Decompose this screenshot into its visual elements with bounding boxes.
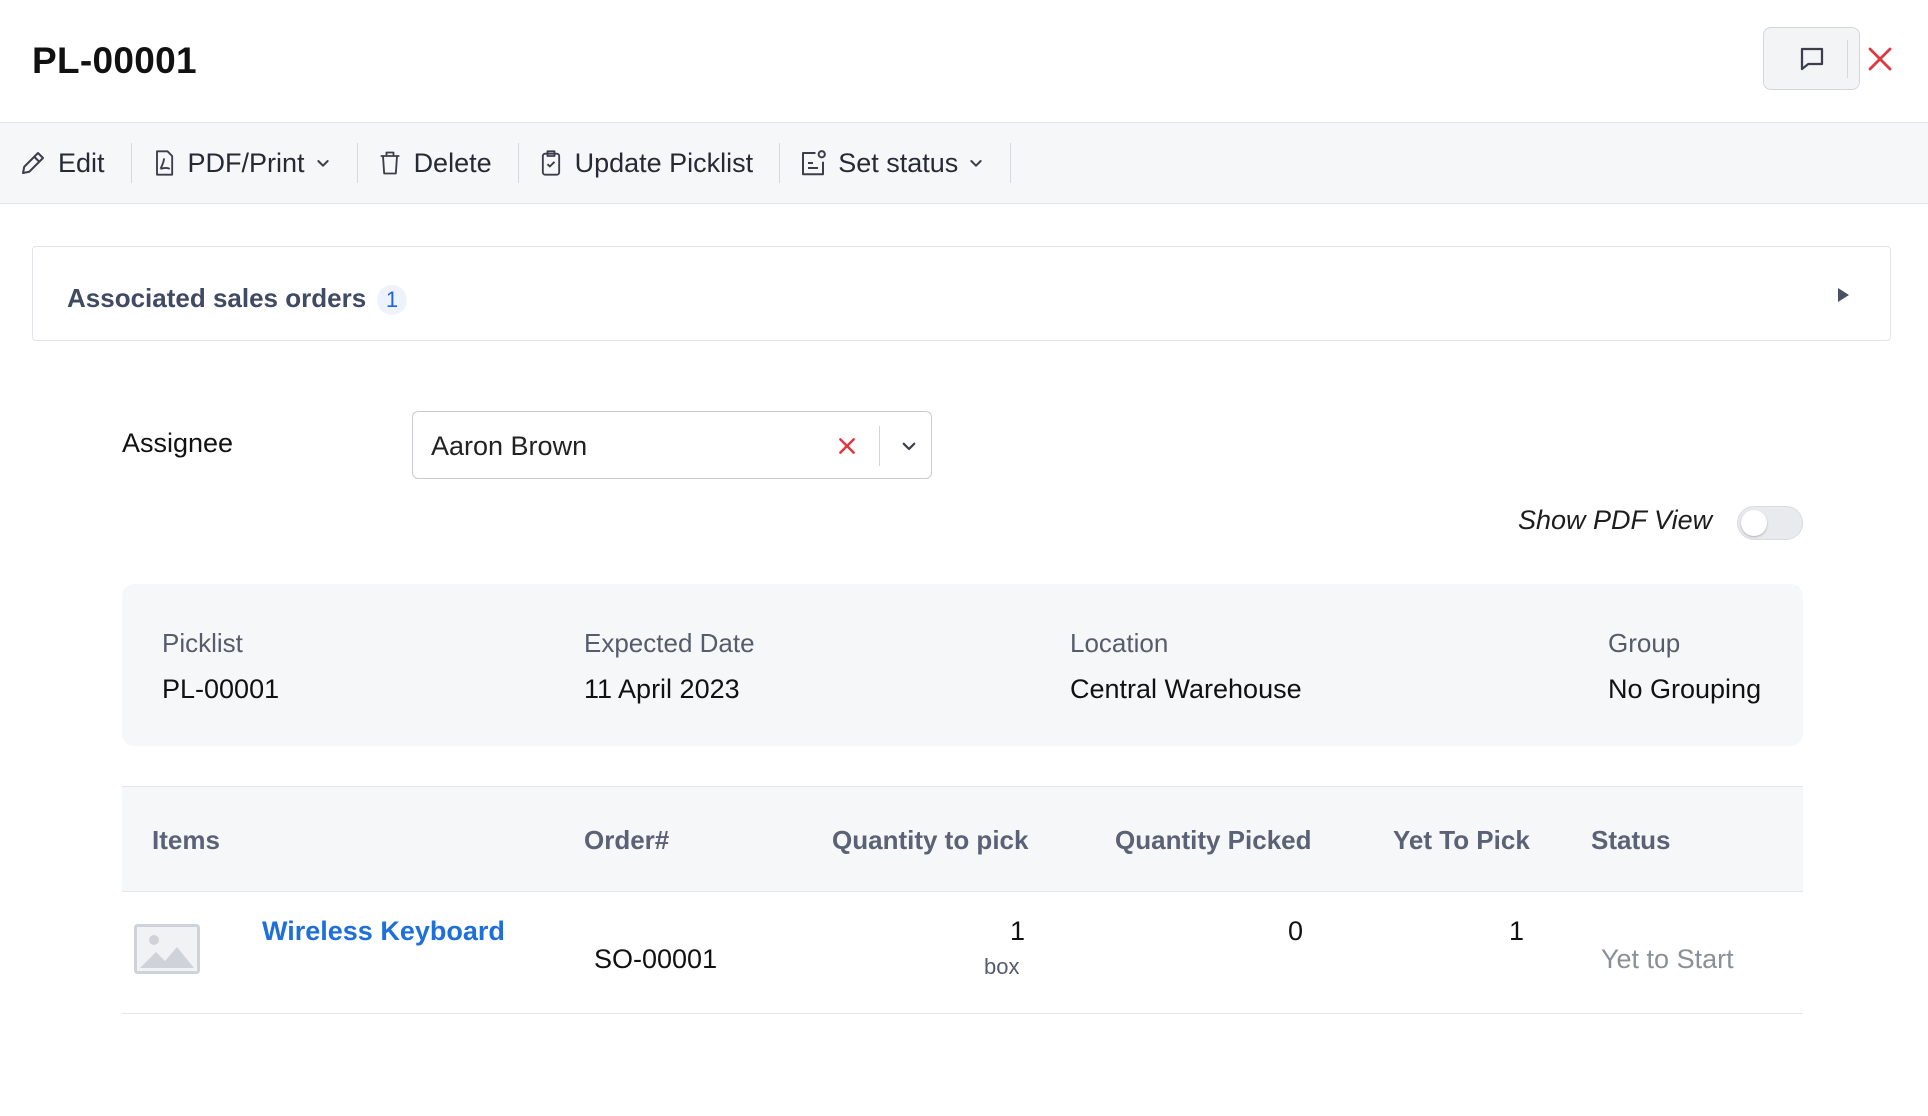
comment-icon xyxy=(1800,47,1823,70)
pencil-icon xyxy=(22,152,44,174)
set-status-button[interactable]: Set status xyxy=(780,123,1010,203)
image-placeholder-icon xyxy=(134,924,200,974)
item-link[interactable]: Wireless Keyboard xyxy=(262,916,505,947)
update-picklist-button[interactable]: Update Picklist xyxy=(519,123,780,203)
header-divider xyxy=(1847,40,1848,78)
summary-group: Group No Grouping xyxy=(1608,628,1761,705)
update-picklist-label: Update Picklist xyxy=(574,147,754,178)
summary-value: PL-00001 xyxy=(162,674,280,704)
table-header: Items Order# Quantity to pick Quantity P… xyxy=(122,786,1803,892)
summary-location: Location Central Warehouse xyxy=(1070,628,1302,705)
quantity-unit: box xyxy=(984,954,1020,979)
summary-key: Group xyxy=(1608,628,1681,658)
column-header: Yet To Pick xyxy=(1393,825,1530,855)
summary-value: Central Warehouse xyxy=(1070,674,1302,704)
column-header: Order# xyxy=(584,825,670,855)
caret-right-icon[interactable] xyxy=(1836,287,1850,303)
summary-value: No Grouping xyxy=(1608,674,1762,704)
column-header: Items xyxy=(152,825,220,855)
quantity-to-pick: 1 xyxy=(1010,916,1026,946)
column-header: Quantity Picked xyxy=(1115,825,1312,855)
pdf-print-button[interactable]: PDF/Print xyxy=(132,123,357,203)
summary-expected-date: Expected Date 11 April 2023 xyxy=(584,628,755,705)
edit-button[interactable]: Edit xyxy=(0,123,131,203)
assignee-value: Aaron Brown xyxy=(431,431,588,461)
close-icon xyxy=(1868,47,1892,71)
show-pdf-view-label: Show PDF View xyxy=(1518,505,1713,535)
select-divider xyxy=(879,426,880,466)
page-title: PL-00001 xyxy=(32,40,197,81)
summary-key: Picklist xyxy=(162,628,243,658)
picklist-summary: Picklist PL-00001 Expected Date 11 April… xyxy=(122,584,1803,746)
status-text: Yet to Start xyxy=(1601,944,1734,974)
toolbar-divider xyxy=(1010,143,1012,183)
summary-picklist: Picklist PL-00001 xyxy=(162,628,279,705)
close-button[interactable] xyxy=(1860,36,1900,82)
order-number: SO-00001 xyxy=(594,944,718,974)
delete-label: Delete xyxy=(413,147,492,178)
close-icon xyxy=(839,438,855,454)
items-table: Items Order# Quantity to pick Quantity P… xyxy=(122,786,1803,1014)
status-icon xyxy=(802,150,827,176)
column-header: Status xyxy=(1591,825,1671,855)
assignee-select[interactable]: Aaron Brown xyxy=(412,411,932,479)
set-status-label: Set status xyxy=(838,147,959,178)
summary-key: Location xyxy=(1070,628,1169,658)
edit-label: Edit xyxy=(58,147,105,178)
clipboard-check-icon xyxy=(541,150,560,176)
comments-button[interactable] xyxy=(1763,27,1860,90)
summary-key: Expected Date xyxy=(584,628,755,658)
quantity-picked: 0 xyxy=(1288,916,1304,946)
clear-assignee-button[interactable] xyxy=(833,432,861,460)
toggle-knob xyxy=(1741,510,1767,536)
table-row: Wireless Keyboard SO-00001 1 box 0 1 Yet… xyxy=(122,892,1803,1014)
assignee-dropdown-button[interactable] xyxy=(887,430,931,462)
chevron-down-icon xyxy=(970,160,982,167)
assignee-label: Assignee xyxy=(122,428,234,458)
toolbar: Edit PDF/Print Delete Update Picklist Se… xyxy=(0,123,1928,204)
yet-to-pick: 1 xyxy=(1509,916,1525,946)
pdf-print-label: PDF/Print xyxy=(187,147,305,178)
associated-count-badge: 1 xyxy=(377,285,407,315)
delete-button[interactable]: Delete xyxy=(358,123,518,203)
associated-sales-orders-label: Associated sales orders xyxy=(67,283,367,313)
trash-icon xyxy=(380,151,399,175)
pdf-icon xyxy=(155,150,173,176)
show-pdf-view-toggle[interactable] xyxy=(1737,506,1803,540)
chevron-down-icon xyxy=(316,160,329,167)
chevron-down-icon xyxy=(902,442,916,451)
summary-value: 11 April 2023 xyxy=(584,674,740,704)
header: PL-00001 xyxy=(0,0,1928,123)
associated-sales-orders-panel[interactable]: Associated sales orders 1 xyxy=(32,246,1891,341)
column-header: Quantity to pick xyxy=(832,825,1029,855)
